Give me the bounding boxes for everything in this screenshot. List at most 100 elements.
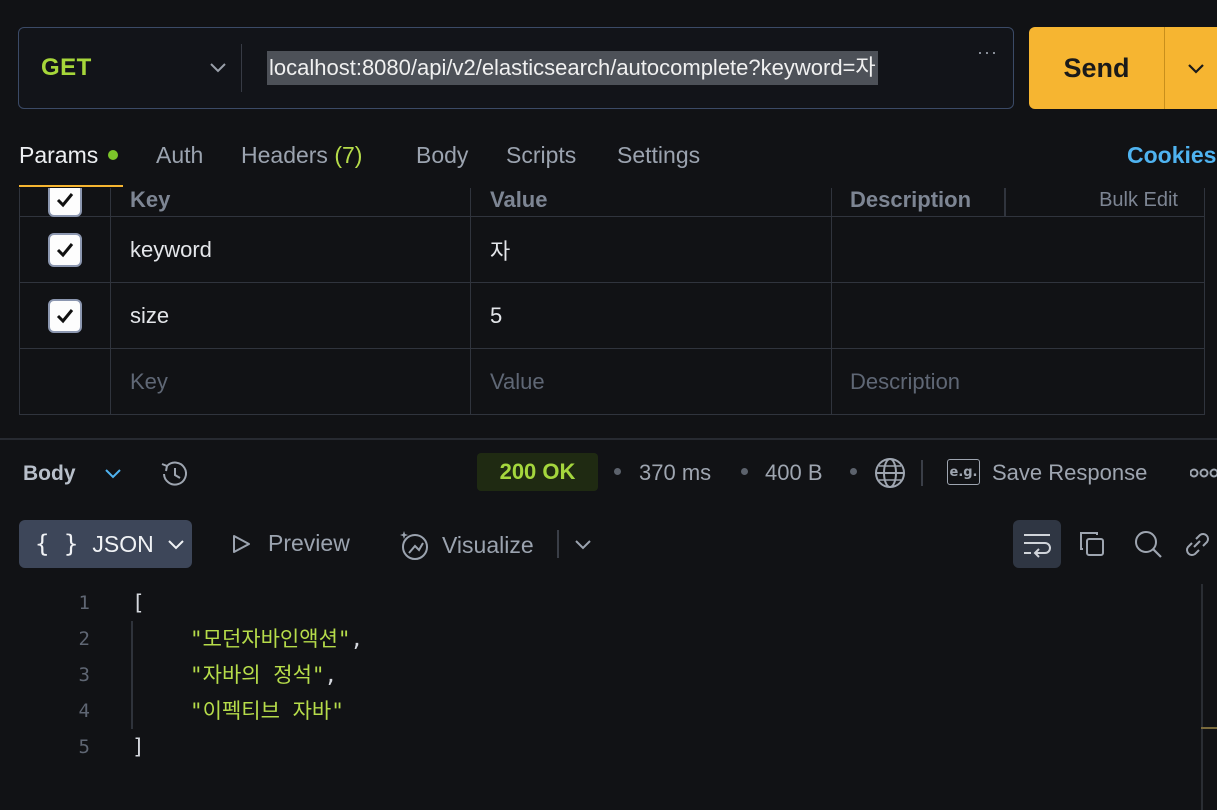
code-line: 1 [: [0, 585, 1200, 621]
chevron-down-icon[interactable]: [572, 533, 594, 555]
code-line: 4 "이펙티브 자바": [0, 693, 1200, 729]
response-view-toolbar: { } JSON Preview Visualize: [0, 518, 1217, 570]
method-select[interactable]: GET: [41, 28, 237, 107]
chevron-down-icon: [1188, 64, 1204, 74]
cookies-link[interactable]: Cookies: [1127, 142, 1216, 169]
select-all-checkbox[interactable]: [48, 188, 82, 217]
copy-button[interactable]: [1068, 520, 1116, 568]
line-number: 2: [78, 628, 90, 650]
visualize-button[interactable]: Visualize: [398, 528, 534, 562]
json-string: "이펙티브 자바": [190, 699, 344, 723]
separator-dot: [741, 468, 748, 475]
json-comma: ,: [350, 627, 364, 651]
active-tab-indicator: [19, 185, 123, 187]
url-input[interactable]: localhost:8080/api/v2/elasticsearch/auto…: [267, 51, 878, 85]
chevron-down-icon[interactable]: [103, 463, 123, 483]
tab-settings[interactable]: Settings: [617, 142, 700, 169]
code-text: [: [132, 591, 145, 615]
status-badge: 200 OK: [477, 453, 598, 491]
request-tabs: Params Auth Headers (7) Body Scripts Set…: [19, 136, 1217, 188]
request-url-bar: GET localhost:8080/api/v2/elasticsearch/…: [18, 27, 1014, 109]
column-header-value: Value: [490, 188, 548, 212]
tab-body[interactable]: Body: [416, 142, 468, 169]
link-icon: [1186, 533, 1209, 556]
param-row: size 5: [19, 283, 1205, 349]
json-string: "자바의 정석": [190, 663, 325, 687]
json-comma: ,: [324, 663, 338, 687]
param-key[interactable]: size: [111, 283, 471, 348]
separator-dot: [850, 468, 857, 475]
json-string: "모던자바인액션": [190, 627, 351, 651]
json-braces-icon: { }: [35, 530, 79, 558]
check-icon: [56, 242, 74, 257]
response-size: 400 B: [765, 460, 823, 485]
param-value[interactable]: 5: [471, 283, 832, 348]
params-header-row: Key Value Description Bulk Edit: [19, 188, 1205, 217]
tab-scripts[interactable]: Scripts: [506, 142, 576, 169]
param-description[interactable]: [832, 217, 1205, 282]
column-header-description: Description: [850, 188, 972, 212]
line-number: 5: [78, 736, 90, 758]
param-value[interactable]: 자: [471, 217, 832, 282]
param-checkbox[interactable]: [48, 298, 82, 333]
response-code-editor[interactable]: 1 [ 2 "모던자바인액션", 3 "자바의 정석", 4 "이펙티브 자바"…: [0, 585, 1200, 765]
param-new-row: Key Value Description: [19, 349, 1205, 415]
code-line: 2 "모던자바인액션",: [0, 621, 1200, 657]
globe-icon[interactable]: [873, 456, 907, 490]
param-row: keyword 자: [19, 217, 1205, 283]
method-label: GET: [41, 53, 92, 81]
code-line: 5 ]: [0, 729, 1200, 765]
save-response-button[interactable]: Save Response: [992, 460, 1147, 486]
send-button[interactable]: Send: [1029, 27, 1165, 109]
divider: [557, 530, 559, 558]
tab-headers[interactable]: Headers (7): [241, 142, 362, 169]
editor-scrollbar[interactable]: [1201, 584, 1203, 810]
new-description-input[interactable]: Description: [832, 349, 1205, 414]
history-icon[interactable]: [157, 457, 191, 491]
visualize-icon: [400, 531, 428, 560]
headers-count: (7): [334, 142, 363, 168]
more-icon[interactable]: [1190, 463, 1217, 483]
divider: [921, 460, 923, 486]
bulk-edit-link[interactable]: Bulk Edit: [1099, 188, 1178, 216]
code-text: ]: [132, 735, 145, 759]
param-checkbox[interactable]: [48, 232, 82, 267]
param-description[interactable]: [832, 283, 1205, 348]
json-format-label: JSON: [92, 530, 154, 557]
pane-divider[interactable]: [0, 438, 1217, 440]
tab-params[interactable]: Params: [19, 142, 119, 169]
scrollbar-marker: [1201, 727, 1217, 729]
copy-icon: [1080, 532, 1104, 556]
search-button[interactable]: [1124, 520, 1172, 568]
preview-label: Preview: [268, 530, 350, 556]
separator-dot: [614, 468, 621, 475]
save-example-icon[interactable]: e.g.: [947, 459, 980, 485]
preview-button[interactable]: Preview: [230, 530, 350, 557]
tab-auth[interactable]: Auth: [156, 142, 203, 169]
search-icon: [1135, 531, 1162, 558]
visualize-label: Visualize: [442, 531, 534, 558]
line-number: 3: [78, 664, 90, 686]
divider: [1004, 188, 1006, 216]
new-value-input[interactable]: Value: [471, 349, 832, 414]
divider: [241, 44, 242, 92]
json-format-dropdown[interactable]: { } JSON: [19, 520, 192, 568]
chevron-down-icon: [210, 63, 226, 73]
check-icon: [56, 308, 74, 323]
response-body-label[interactable]: Body: [23, 462, 76, 486]
tab-label: Headers: [241, 142, 328, 168]
wrap-lines-button[interactable]: [1013, 520, 1061, 568]
new-key-input[interactable]: Key: [111, 349, 471, 414]
wrap-lines-icon: [1024, 534, 1051, 558]
line-number: 1: [78, 592, 90, 614]
param-key[interactable]: keyword: [111, 217, 471, 282]
params-table: Key Value Description Bulk Edit keyword …: [19, 188, 1205, 416]
params-active-dot: [108, 149, 119, 160]
line-number: 4: [78, 700, 90, 722]
link-button[interactable]: [1180, 520, 1217, 568]
response-time: 370 ms: [639, 460, 712, 485]
chevron-down-icon: [167, 540, 184, 550]
code-line: 3 "자바의 정석",: [0, 657, 1200, 693]
play-icon: [233, 534, 250, 553]
send-options-button[interactable]: [1165, 27, 1217, 109]
